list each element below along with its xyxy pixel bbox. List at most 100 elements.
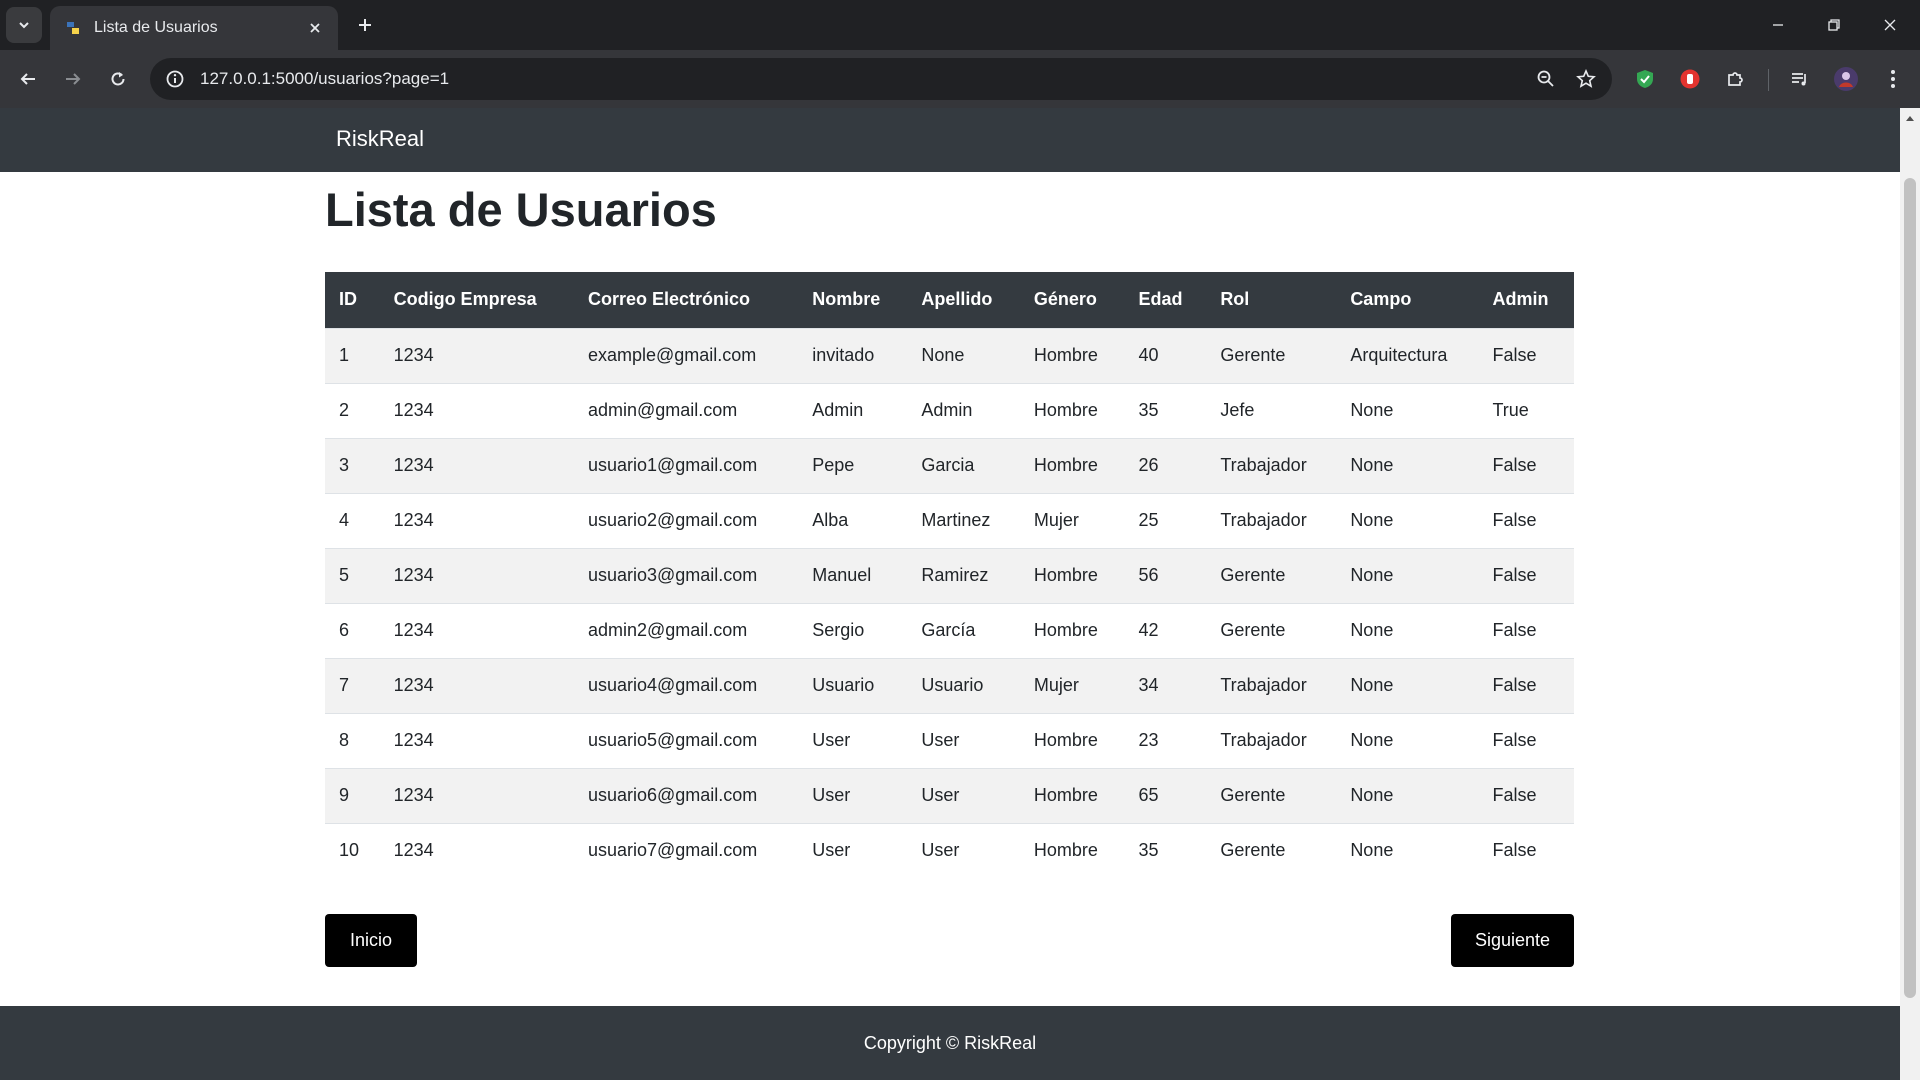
scroll-up-arrow-icon[interactable] [1900, 108, 1920, 128]
table-cell: False [1478, 822, 1574, 878]
url-text[interactable]: 127.0.0.1:5000/usuarios?page=1 [200, 69, 1526, 89]
table-row: 10 1234 usuario7@gmail.com User User Hombre 35… [325, 822, 1574, 878]
site-footer: Copyright © RiskReal [0, 1006, 1900, 1080]
table-row: 3 1234 usuario1@gmail.com Pepe Garcia Hombre 2… [325, 437, 1574, 493]
arrow-left-icon [20, 73, 35, 85]
table-cell: admin2@gmail.com [573, 602, 799, 658]
plus-icon [359, 19, 371, 31]
siguiente-button[interactable]: Siguiente [1451, 914, 1574, 967]
forward-button[interactable] [55, 61, 91, 97]
table-cell: Gerente [1206, 822, 1337, 878]
minimize-button[interactable] [1750, 0, 1806, 50]
table-cell: 23 [1124, 712, 1207, 768]
browser-tab-strip: Lista de Usuarios [0, 0, 1920, 50]
table-cell: Hombre [1019, 767, 1125, 823]
table-cell: User [798, 822, 908, 878]
table-cell: Garcia [907, 437, 1020, 493]
arrow-right-icon [66, 73, 81, 85]
address-bar[interactable]: 127.0.0.1:5000/usuarios?page=1 [150, 58, 1612, 100]
window-close-button[interactable] [1862, 0, 1918, 50]
inicio-button[interactable]: Inicio [325, 914, 417, 967]
close-icon[interactable] [304, 17, 326, 39]
shield-icon[interactable] [1627, 61, 1663, 97]
stop-hand-icon[interactable] [1672, 61, 1708, 97]
table-cell: 1 [325, 327, 380, 383]
table-cell: False [1478, 547, 1574, 603]
table-cell: 1234 [379, 657, 574, 713]
table-cell: 1234 [379, 437, 574, 493]
table-cell: None [1336, 712, 1479, 768]
info-icon[interactable] [154, 58, 196, 100]
table-cell: Hombre [1019, 327, 1125, 383]
browser-tab[interactable]: Lista de Usuarios [50, 6, 338, 50]
column-header: ID [339, 289, 357, 310]
table-cell: invitado [798, 327, 908, 383]
table-cell: False [1478, 492, 1574, 548]
star-icon[interactable] [1566, 59, 1606, 99]
table-cell: 1234 [379, 327, 574, 383]
column-header: Codigo Empresa [393, 289, 537, 310]
table-cell: None [1336, 547, 1479, 603]
brand-link[interactable]: RiskReal [336, 126, 424, 152]
kebab-menu-icon[interactable] [1875, 61, 1911, 97]
scrollbar[interactable] [1900, 108, 1920, 1080]
table-cell: Trabajador [1206, 437, 1337, 493]
avatar[interactable] [1828, 61, 1864, 97]
tab-search-button[interactable] [6, 7, 42, 43]
table-cell: 1234 [379, 492, 574, 548]
scrollbar-thumb[interactable] [1904, 178, 1916, 998]
column-header: Rol [1220, 289, 1250, 310]
table-cell: Admin [907, 382, 1020, 438]
table-cell: Pepe [798, 437, 908, 493]
table-cell: 25 [1124, 492, 1207, 548]
table-cell: Jefe [1206, 382, 1337, 438]
table-cell: Hombre [1019, 822, 1125, 878]
column-header: Campo [1350, 289, 1412, 310]
table-row: 7 1234 usuario4@gmail.com Usuario Usuario Muj… [325, 657, 1574, 713]
media-queue-icon[interactable] [1782, 61, 1818, 97]
table-cell: 3 [325, 437, 380, 493]
browser-toolbar: 127.0.0.1:5000/usuarios?page=1 [0, 50, 1920, 108]
table-cell: Gerente [1206, 327, 1337, 383]
table-cell: None [1336, 492, 1479, 548]
table-cell: False [1478, 602, 1574, 658]
table-cell: None [1336, 822, 1479, 878]
close-icon [1884, 19, 1896, 31]
new-tab-button[interactable] [350, 10, 380, 40]
table-cell: False [1478, 767, 1574, 823]
zoom-icon[interactable] [1526, 59, 1566, 99]
reload-icon [111, 72, 125, 86]
reload-button[interactable] [100, 61, 136, 97]
table-cell: 1234 [379, 767, 574, 823]
table-cell: 7 [325, 657, 380, 713]
table-cell: False [1478, 712, 1574, 768]
table-cell: usuario5@gmail.com [573, 712, 799, 768]
column-header: Género [1033, 289, 1097, 310]
table-cell: Gerente [1206, 767, 1337, 823]
table-cell: 6 [325, 602, 380, 658]
table-cell: Hombre [1019, 382, 1125, 438]
table-cell: usuario1@gmail.com [573, 437, 799, 493]
table-cell: admin@gmail.com [573, 382, 799, 438]
site-navbar: RiskReal [0, 108, 1900, 172]
table-cell: User [798, 712, 908, 768]
table-cell: Arquitectura [1336, 327, 1479, 383]
table-cell: Usuario [907, 657, 1020, 713]
column-header: Admin [1492, 289, 1549, 310]
table-row: 9 1234 usuario6@gmail.com User User Hombre 65 G… [325, 767, 1574, 823]
column-header: Apellido [921, 289, 993, 310]
table-cell: 34 [1124, 657, 1207, 713]
chevron-down-icon [19, 22, 29, 29]
toolbar-separator [1768, 69, 1769, 91]
restore-button[interactable] [1806, 0, 1862, 50]
back-button[interactable] [10, 61, 46, 97]
table-cell: Ramirez [907, 547, 1020, 603]
table-cell: 56 [1124, 547, 1207, 603]
table-cell: True [1478, 382, 1574, 438]
table-cell: Mujer [1019, 657, 1125, 713]
table-cell: usuario2@gmail.com [573, 492, 799, 548]
table-row: 8 1234 usuario5@gmail.com User User Hombre 23 T… [325, 712, 1574, 768]
table-cell: User [907, 767, 1020, 823]
puzzle-icon[interactable] [1717, 61, 1753, 97]
table-cell: 42 [1124, 602, 1207, 658]
